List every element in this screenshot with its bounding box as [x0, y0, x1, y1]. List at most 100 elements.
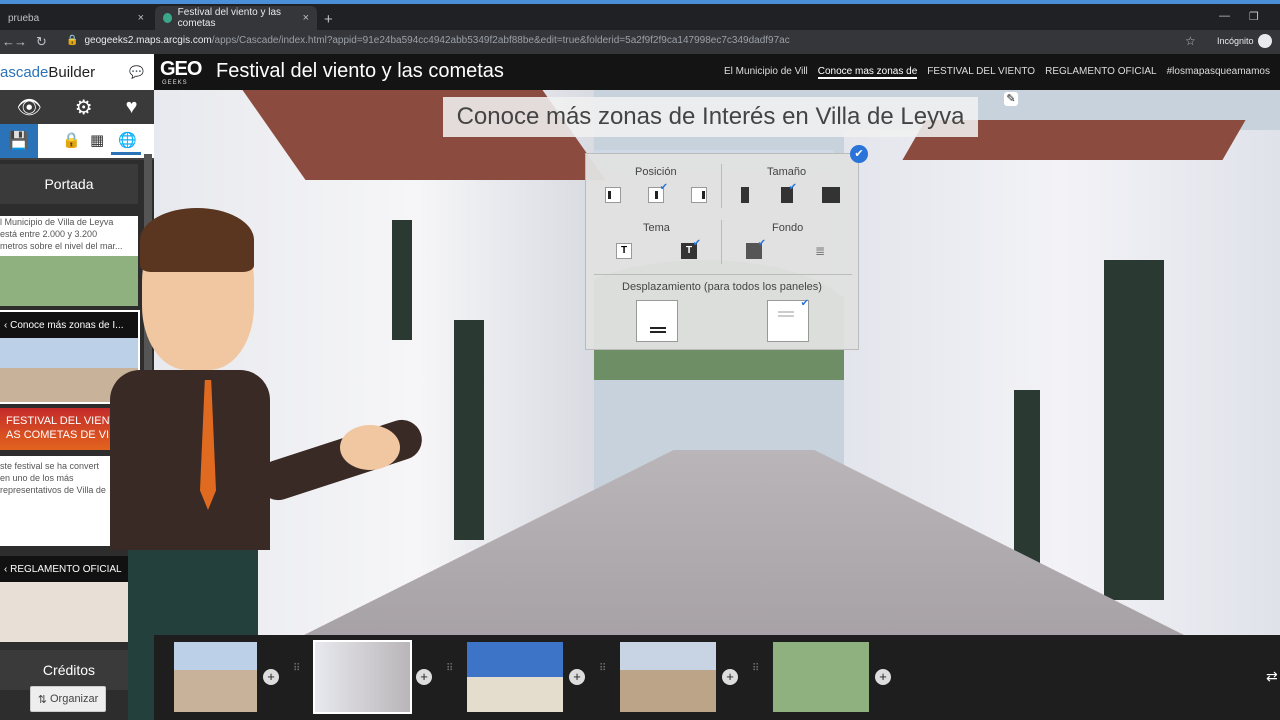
drag-handle-icon[interactable]: ⠿ [752, 664, 764, 689]
presenter-body [110, 370, 270, 550]
nav-link[interactable]: FESTIVAL DEL VIENTO [927, 66, 1035, 79]
organize-button[interactable]: ⇅ Organizar [30, 686, 106, 712]
star-icon[interactable]: ☆ [1185, 34, 1196, 48]
incognito-avatar-icon[interactable] [1258, 34, 1272, 48]
background-solid-button[interactable]: ✔ [746, 238, 766, 259]
tab-festival[interactable]: Festival del viento y las cometas × [155, 6, 317, 30]
logo-subtext: GEEKS [162, 80, 188, 86]
restore-icon[interactable]: ❐ [1249, 10, 1259, 23]
media-thumbnail[interactable] [174, 642, 257, 712]
media-strip: + ⠿ + ⠿ + ⠿ + ⠿ + [154, 635, 1280, 720]
tab-prueba[interactable]: prueba × [0, 6, 152, 30]
size-large-button[interactable] [822, 187, 840, 203]
divider [594, 274, 852, 275]
size-small-button[interactable] [741, 187, 749, 203]
divider [721, 164, 722, 208]
swap-icon[interactable]: ⇄ [1266, 668, 1278, 685]
story-title[interactable]: Festival del viento y las cometas [216, 60, 504, 83]
tab-label: Festival del viento y las cometas [177, 7, 282, 29]
door [392, 220, 412, 340]
builder-title-suffix: Builder [48, 63, 96, 81]
section-portada[interactable]: Portada [0, 164, 138, 204]
geogeeks-logo: GEO GEEKS [160, 58, 202, 86]
save-icon[interactable]: 💾 [0, 124, 38, 158]
section-label: ‹ REGLAMENTO OFICIAL [0, 556, 138, 582]
gear-icon[interactable]: ⚙ [75, 95, 93, 120]
nav-link[interactable]: El Municipio de Vill [724, 66, 808, 79]
section-heading[interactable]: Conoce más zonas de Interés en Villa de … [443, 97, 978, 137]
sky-thumbnail [0, 338, 138, 368]
builder-actions: 💾 🔒 ▦ 🌐 [0, 124, 154, 158]
arcgis-favicon-icon [163, 13, 172, 23]
theme-dark-button[interactable]: T ✔ [681, 238, 701, 259]
theme-light-button[interactable]: T [616, 243, 632, 259]
lock-icon[interactable]: 🔒 [62, 131, 81, 149]
nav-link[interactable]: #losmapasqueamamos [1167, 66, 1270, 79]
scroll-option-top-button[interactable]: ✔ [767, 298, 809, 342]
media-thumbnail-map[interactable] [773, 642, 869, 712]
url-host: geogeeks2.maps.arcgis.com [84, 35, 212, 46]
drag-handle-icon[interactable]: ⠿ [446, 664, 458, 689]
reload-icon[interactable]: ↻ [36, 34, 47, 50]
position-center-button[interactable]: ✔ [648, 182, 668, 203]
section-label-text: REGLAMENTO OFICIAL [10, 563, 122, 575]
section-label-text: Conoce más zonas de I... [10, 319, 124, 331]
tab-label: prueba [8, 12, 40, 24]
summary-line: está entre 2.000 y 3.200 [0, 229, 98, 239]
url-field[interactable]: 🔒 geogeeks2.maps.arcgis.com/apps/Cascade/… [66, 35, 790, 46]
media-thumbnail-selected[interactable] [313, 640, 412, 714]
chat-icon[interactable]: 💬 [129, 65, 144, 79]
size-medium-button[interactable]: ✔ [781, 182, 797, 203]
active-underline [111, 152, 141, 155]
nav-link-active[interactable]: Conoce mas zonas de [817, 66, 918, 79]
forward-icon[interactable]: → [14, 34, 27, 49]
section-creditos[interactable]: Créditos [0, 650, 138, 690]
address-bar: ← → ↻ 🔒 geogeeks2.maps.arcgis.com/apps/Ca… [0, 30, 1280, 54]
builder-toolbar: 👁 ⚙ ♥ [0, 90, 154, 124]
background-transparent-button[interactable]: ≣ [812, 243, 828, 259]
builder-title-prefix: ascade [0, 63, 49, 81]
health-check-icon[interactable]: ♥ [126, 96, 138, 119]
add-media-icon[interactable]: + [875, 669, 891, 685]
section-portada-summary[interactable]: l Municipio de Villa de Leyva está entre… [0, 216, 138, 306]
add-media-icon[interactable]: + [263, 669, 279, 685]
media-thumbnail[interactable] [620, 642, 716, 712]
theme-label: Tema [643, 222, 670, 234]
summary-line: l Municipio de Villa de Leyva [0, 217, 114, 227]
close-icon[interactable]: × [138, 12, 144, 24]
confirm-check-icon[interactable]: ✔ [850, 145, 868, 163]
minimize-icon[interactable]: — [1219, 10, 1230, 22]
nav-link[interactable]: REGLAMENTO OFICIAL [1045, 66, 1157, 79]
map-thumbnail [0, 256, 138, 306]
logo-text: GEO [160, 58, 202, 80]
story-header: GEO GEEKS Festival del viento y las come… [154, 54, 1280, 90]
position-left-button[interactable] [605, 187, 621, 203]
size-label: Tamaño [767, 166, 807, 178]
add-media-icon[interactable]: + [569, 669, 585, 685]
summary-line: metros sobre el nivel del mar... [0, 241, 123, 251]
divider [721, 220, 722, 264]
sort-icon: ⇅ [37, 693, 50, 706]
add-media-icon[interactable]: + [722, 669, 738, 685]
drag-handle-icon[interactable]: ⠿ [599, 664, 611, 689]
builder-title: ascade Builder 💬 [0, 54, 154, 90]
media-thumbnail[interactable] [467, 642, 563, 712]
edit-pencil-icon[interactable]: ✎ [1004, 92, 1018, 106]
scroll-option-bottom-button[interactable] [636, 300, 678, 342]
preview-eye-icon[interactable]: 👁 [16, 95, 41, 120]
position-right-button[interactable] [691, 187, 707, 203]
presenter-hair [140, 208, 254, 272]
new-tab-icon[interactable]: + [324, 11, 333, 28]
section-media[interactable]: Conoce más zonas de Interés en Villa de … [154, 90, 1280, 635]
globe-icon[interactable]: 🌐 [118, 131, 137, 149]
url-path: /apps/Cascade/index.html?appid=91e24ba59… [211, 35, 790, 46]
section-reglamento[interactable]: ‹ REGLAMENTO OFICIAL [0, 556, 138, 642]
building-icon[interactable]: ▦ [90, 131, 104, 149]
add-media-icon[interactable]: + [416, 669, 432, 685]
position-label: Posición [635, 166, 677, 178]
theme-glyph: T [620, 245, 628, 256]
background-label: Fondo [772, 222, 804, 234]
close-icon[interactable]: × [303, 12, 309, 24]
section-navigation: El Municipio de Vill Conoce mas zonas de… [724, 66, 1270, 79]
drag-handle-icon[interactable]: ⠿ [293, 664, 305, 689]
